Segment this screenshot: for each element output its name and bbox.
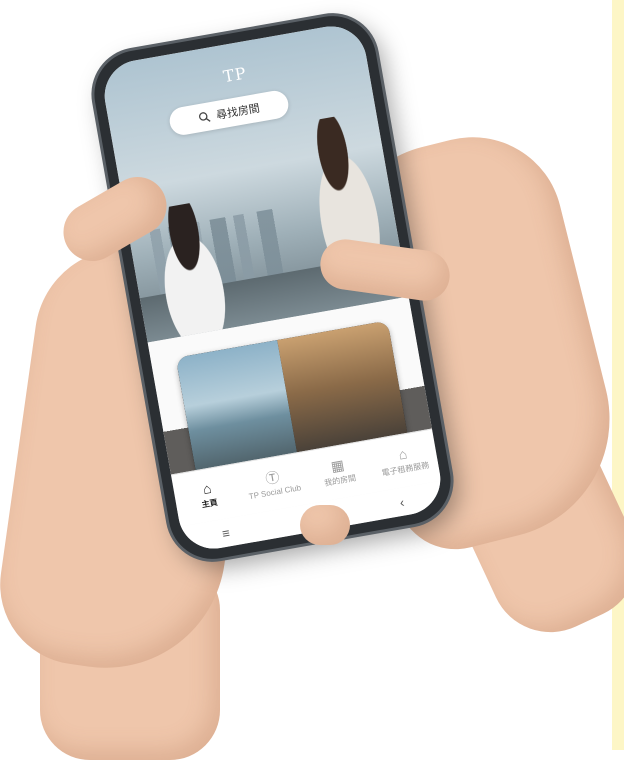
- search-placeholder: 尋找房間: [215, 102, 261, 123]
- home-icon: ⌂: [201, 479, 213, 498]
- back-icon[interactable]: ‹: [398, 494, 405, 510]
- product-photo-scene: TP 尋找房間 ⌂ 主頁 Ⓣ TP Social Club ▦ 我的房間 ⌂ 電…: [0, 0, 624, 760]
- tab-e-tenancy[interactable]: ⌂ 電子租務服務: [371, 442, 437, 480]
- room-icon: ▦: [329, 456, 346, 475]
- menu-icon[interactable]: ≡: [221, 525, 231, 541]
- tab-my-room[interactable]: ▦ 我的房間: [306, 453, 372, 491]
- tab-social-club[interactable]: Ⓣ TP Social Club: [241, 466, 307, 502]
- search-icon: [198, 112, 211, 122]
- tp-logo-icon: Ⓣ: [264, 468, 281, 487]
- right-fingertip: [300, 505, 350, 545]
- house-icon: ⌂: [397, 445, 409, 463]
- tab-home[interactable]: ⌂ 主頁: [175, 476, 241, 514]
